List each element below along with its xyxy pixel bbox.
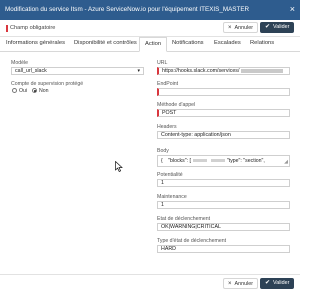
compte-radio-oui[interactable] bbox=[12, 88, 17, 93]
modele-value: call_url_slack bbox=[15, 68, 47, 74]
modele-label: Modèle bbox=[11, 60, 29, 66]
methode-field[interactable]: POST bbox=[157, 109, 290, 117]
methode-label: Méthode d'appel bbox=[157, 102, 196, 108]
potentialite-value: 1 bbox=[161, 180, 164, 186]
compte-radio-non[interactable] bbox=[32, 88, 37, 93]
redacted-text bbox=[192, 159, 207, 163]
close-icon[interactable]: × bbox=[290, 4, 295, 14]
compte-oui-label: Oui bbox=[19, 88, 28, 94]
pointer-cursor-icon bbox=[115, 161, 123, 172]
etat-field[interactable]: OK|WARNING|CRITICAL bbox=[157, 223, 290, 231]
cancel-label: Annuler bbox=[234, 25, 254, 31]
tab-escalades[interactable]: Escalades bbox=[214, 40, 241, 46]
required-marker bbox=[6, 25, 8, 32]
body-value-part2: "type": "section", bbox=[226, 158, 265, 164]
redacted-text bbox=[210, 159, 225, 163]
potentialite-label: Potentialité bbox=[157, 172, 183, 178]
endpoint-field[interactable] bbox=[157, 88, 290, 96]
compte-label: Compte de supervision protégé bbox=[11, 81, 84, 87]
compte-non-label: Non bbox=[39, 88, 49, 94]
required-bar: Champ obligatoire × Annuler ✔ Valider bbox=[0, 20, 300, 37]
type-etat-label: Type d'état de déclenchement bbox=[157, 238, 227, 244]
maintenance-label: Maintenance bbox=[157, 194, 187, 200]
validate-label: Valider bbox=[273, 280, 290, 286]
tab-notifications[interactable]: Notifications bbox=[172, 40, 204, 46]
cancel-button-bottom[interactable]: × Annuler bbox=[223, 278, 259, 289]
tab-disponibilite-controles[interactable]: Disponibilité et contrôles bbox=[74, 40, 137, 46]
maintenance-value: 1 bbox=[161, 202, 164, 208]
check-icon: ✔ bbox=[265, 280, 271, 286]
body-value-start: { bbox=[161, 158, 163, 164]
headers-value: Content-type: application/json bbox=[161, 132, 231, 138]
tab-action[interactable]: Action bbox=[139, 37, 168, 52]
form-area: Modèle call_url_slack ▾ Compte de superv… bbox=[0, 52, 300, 274]
required-note: Champ obligatoire bbox=[10, 25, 56, 31]
validate-button-top[interactable]: ✔ Valider bbox=[260, 22, 295, 33]
redacted-text bbox=[241, 68, 284, 73]
validate-button-bottom[interactable]: ✔ Valider bbox=[260, 278, 295, 289]
body-label: Body bbox=[157, 148, 169, 154]
tab-bar: Informations générales Disponibilité et … bbox=[0, 37, 300, 52]
tab-informations-generales[interactable]: Informations générales bbox=[6, 40, 65, 46]
potentialite-field[interactable]: 1 bbox=[157, 179, 290, 187]
cancel-label: Annuler bbox=[234, 281, 254, 287]
type-etat-field[interactable]: HARD bbox=[157, 245, 290, 253]
tab-relations[interactable]: Relations bbox=[250, 40, 274, 46]
dialog-title: Modification du service Itsm - Azure Ser… bbox=[5, 6, 250, 13]
url-value: https://hooks.slack.com/services/ bbox=[162, 68, 240, 74]
type-etat-value: HARD bbox=[161, 246, 177, 252]
cancel-button-top[interactable]: × Annuler bbox=[223, 22, 259, 33]
maintenance-field[interactable]: 1 bbox=[157, 201, 290, 209]
resize-handle-icon[interactable]: ◢ bbox=[284, 159, 288, 165]
dialog-footer: × Annuler ✔ Valider bbox=[0, 274, 300, 291]
close-icon: × bbox=[228, 25, 232, 31]
endpoint-label: EndPoint bbox=[157, 81, 179, 87]
body-textarea[interactable]: { "blocks": [ "type": "section", ◢ bbox=[157, 155, 290, 167]
dialog-titlebar: Modification du service Itsm - Azure Ser… bbox=[0, 0, 300, 20]
body-value-part1: "blocks": [ bbox=[168, 158, 191, 164]
headers-field[interactable]: Content-type: application/json bbox=[157, 131, 290, 139]
etat-value: OK|WARNING|CRITICAL bbox=[161, 224, 221, 230]
url-label: URL bbox=[157, 60, 168, 66]
url-field[interactable]: https://hooks.slack.com/services/ bbox=[157, 67, 290, 75]
modele-select[interactable]: call_url_slack ▾ bbox=[11, 67, 144, 75]
chevron-down-icon: ▾ bbox=[137, 68, 140, 74]
validate-label: Valider bbox=[273, 24, 290, 30]
etat-label: Etat de déclenchement bbox=[157, 216, 211, 222]
headers-label: Headers bbox=[157, 124, 177, 130]
close-icon: × bbox=[228, 281, 232, 287]
methode-value: POST bbox=[162, 110, 177, 116]
check-icon: ✔ bbox=[265, 24, 271, 30]
